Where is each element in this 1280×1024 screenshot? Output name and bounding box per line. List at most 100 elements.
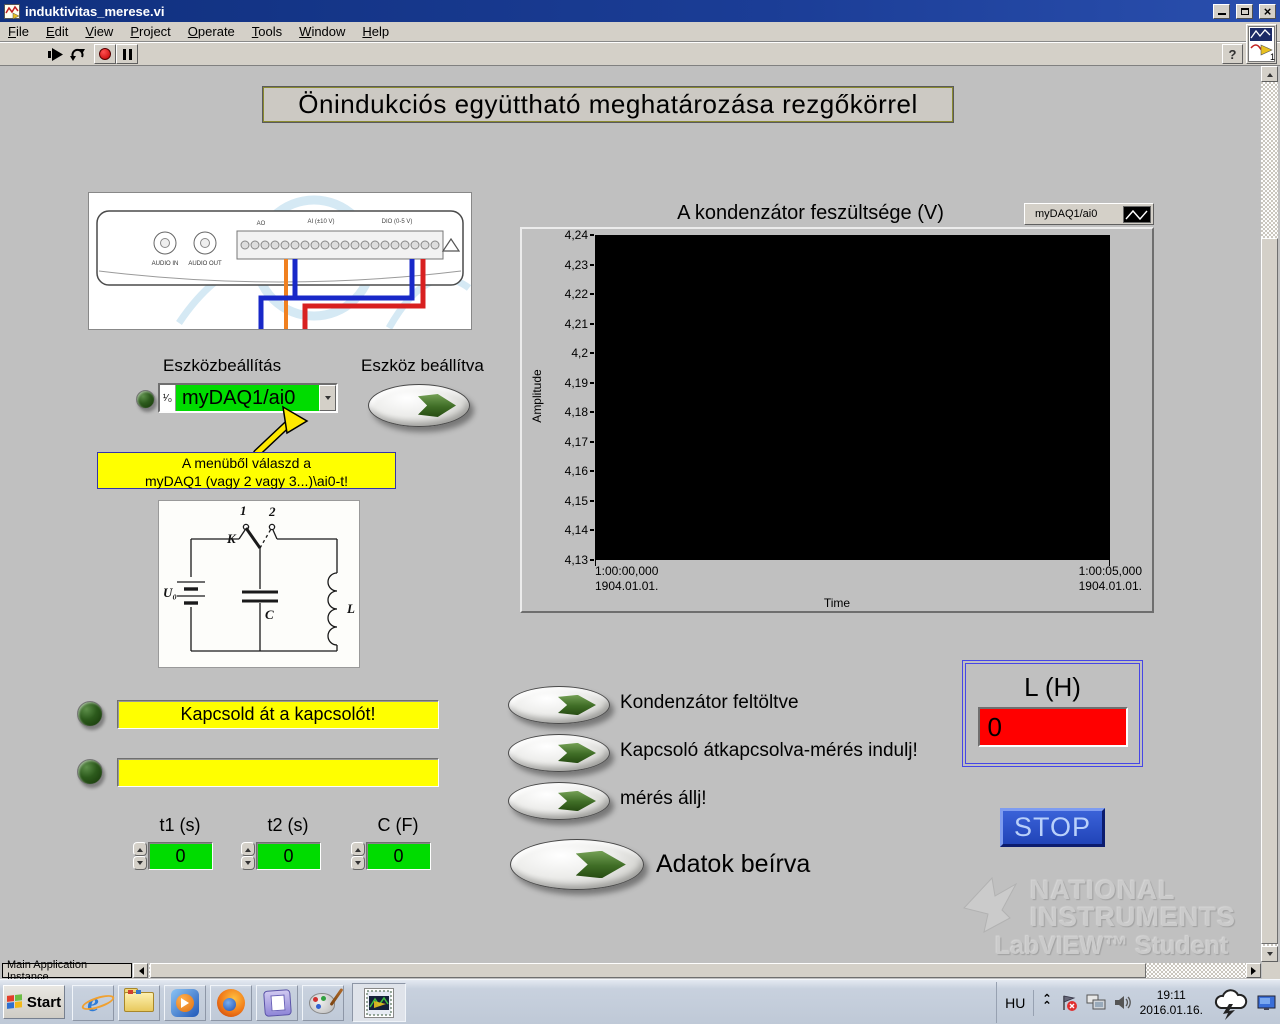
y-tick: 4,23 [524,258,588,272]
pause-button[interactable] [116,44,138,64]
app-instance-selector[interactable]: Main Application Instance [2,963,132,978]
quicklaunch-media-player[interactable] [164,985,206,1021]
vertical-scrollbar[interactable] [1261,66,1278,962]
y-tick: 4,22 [524,287,588,301]
inductance-indicator: L (H) 0 [962,660,1143,767]
restore-button[interactable] [1236,4,1253,19]
show-desktop-icon[interactable] [1257,995,1276,1011]
watermark-brand-line1: NATIONAL [1030,876,1175,904]
up-arrow-icon [355,845,361,852]
legend-plot-style-icon[interactable] [1123,206,1151,223]
switch-pos2-label: 2 [268,504,276,519]
switch-flipped-label: Kapcsoló átkapcsolva-mérés indulj! [620,740,918,762]
run-button[interactable] [44,44,66,64]
media-player-icon [171,989,199,1017]
context-help-button[interactable]: ? [1222,44,1243,64]
t1-field[interactable]: 0 [148,842,213,870]
weather-cloud-icon[interactable] [1211,986,1249,1020]
legend-entry-label[interactable]: myDAQ1/ai0 [1035,208,1115,220]
quicklaunch-file-manager[interactable] [118,985,160,1021]
down-arrow-icon [137,861,143,868]
increment-button[interactable] [351,842,365,856]
quicklaunch-internet-explorer[interactable]: e [72,985,114,1021]
button-arrow-icon [418,394,456,417]
menu-file[interactable]: File [8,24,29,39]
inductance-value: 0 [978,707,1128,747]
decrement-button[interactable] [133,856,147,870]
scroll-up-button[interactable] [1261,66,1278,82]
quicklaunch-paint[interactable] [302,985,344,1021]
x-start-date: 1904.01.01. [595,579,658,594]
menu-window[interactable]: Window [299,24,345,39]
tray-time-value: 19:11 [1140,988,1203,1003]
pause-icon [123,49,132,60]
internet-explorer-icon: e [87,988,99,1018]
tray-chevron-icon[interactable]: ⌃⌃ [1042,996,1051,1010]
stop-button[interactable]: STOP [1000,808,1105,847]
chart-title: A kondenzátor feszültsége (V) [520,202,1101,225]
mydaq-device-drawing: AUDIO IN AUDIO OUT AO AI (±10 V) DIO (0-… [89,193,471,329]
data-entered-button[interactable] [510,839,644,890]
tooltip-line1: A menüből válaszd a [98,454,395,472]
vi-icon-button[interactable]: 1 [1246,24,1277,64]
menu-tools[interactable]: Tools [252,24,282,39]
quicklaunch-office[interactable] [256,985,298,1021]
scroll-right-button[interactable] [1246,963,1261,978]
run-continuous-button[interactable] [66,44,88,64]
menu-view[interactable]: View [85,24,113,39]
io-glyph-icon: ¹⁄₀ [160,385,176,411]
switch-pos1-label: 1 [240,503,247,518]
left-arrow-icon [135,967,144,975]
decrement-button[interactable] [351,856,365,870]
message1-led [77,701,103,727]
switch-flipped-button[interactable] [508,734,610,772]
window-titlebar[interactable]: induktivitas_merese.vi × [0,0,1280,22]
menu-operate[interactable]: Operate [188,24,235,39]
x-end-time: 1:00:05,000 [1079,564,1142,579]
menu-bar: File Edit View Project Operate Tools Win… [0,22,1280,42]
security-alert-flag-icon[interactable] [1060,994,1078,1012]
menu-edit[interactable]: Edit [46,24,68,39]
x-tick-end: 1:00:05,000 1904.01.01. [1079,564,1142,594]
measure-stop-button[interactable] [508,782,610,820]
data-entered-label: Adatok beírva [656,850,810,879]
decrement-button[interactable] [241,856,255,870]
menu-help[interactable]: Help [362,24,389,39]
menu-project[interactable]: Project [130,24,170,39]
start-button[interactable]: Start [3,985,65,1019]
message2-box [117,758,439,787]
vertical-scroll-thumb[interactable] [1261,238,1278,944]
capacitor-charged-button[interactable] [508,686,610,724]
c-spinner[interactable] [351,842,365,870]
abort-button[interactable] [94,44,116,64]
horizontal-scroll-thumb[interactable] [150,963,1146,978]
tray-clock[interactable]: 19:11 2016.01.16. [1140,988,1203,1018]
status-bar: Main Application Instance [0,962,1280,979]
minimize-button[interactable] [1213,4,1230,19]
close-button[interactable]: × [1259,4,1276,19]
increment-button[interactable] [133,842,147,856]
active-task-labview[interactable] [352,983,406,1022]
increment-button[interactable] [241,842,255,856]
chart-legend[interactable]: myDAQ1/ai0 [1024,203,1154,225]
horizontal-scrollbar[interactable] [149,963,1261,978]
device-ready-button[interactable] [368,384,470,427]
y-tick: 4,15 [524,494,588,508]
instance-back-button[interactable] [133,963,148,978]
labview-task-icon [364,988,394,1018]
t1-spinner[interactable] [133,842,147,870]
combo-dropdown-button[interactable] [319,385,336,411]
c-field[interactable]: 0 [366,842,431,870]
quicklaunch-firefox[interactable] [210,985,252,1021]
language-indicator[interactable]: HU [1005,995,1025,1011]
x-tick-start: 1:00:00,000 1904.01.01. [595,564,658,594]
network-status-icon[interactable] [1086,994,1106,1011]
restore-icon [1241,8,1249,15]
lc-circuit-drawing: 1 2 K U₀ C L [159,501,359,667]
scroll-down-button[interactable] [1261,946,1278,962]
t2-field[interactable]: 0 [256,842,321,870]
up-arrow-icon [137,845,143,852]
volume-speaker-icon[interactable] [1114,994,1132,1011]
t2-spinner[interactable] [241,842,255,870]
chevron-down-icon [325,396,331,403]
